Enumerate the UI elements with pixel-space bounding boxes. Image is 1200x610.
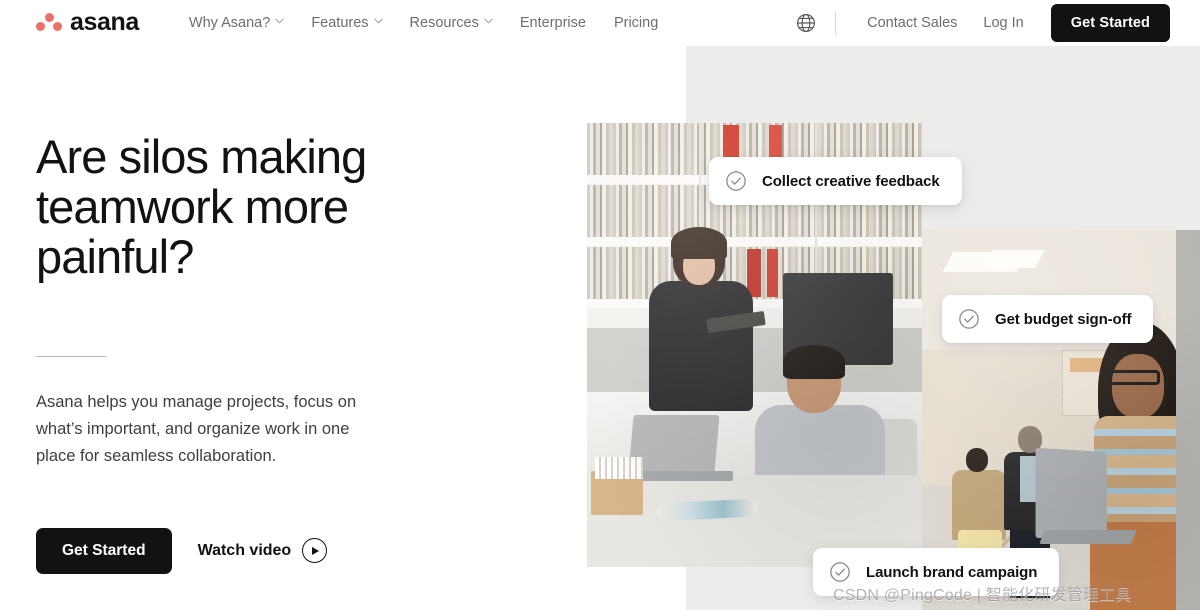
nav-links: Why Asana? Features Resources Enterprise	[175, 15, 672, 31]
nav-item-enterprise[interactable]: Enterprise	[506, 15, 600, 31]
hero-headline: Are silos making teamwork more painful?	[36, 130, 367, 283]
nav-item-label: Why Asana?	[188, 14, 271, 31]
nav-divider	[835, 10, 837, 35]
floating-card-label: Collect creative feedback	[762, 172, 940, 190]
watermark-text: CSDN @PingCode | 智能化研发管理工具	[833, 587, 1132, 604]
nav-item-features[interactable]: Features	[297, 15, 395, 31]
globe-icon[interactable]	[795, 12, 817, 34]
asana-logo[interactable]: asana	[36, 8, 139, 38]
log-in-link[interactable]: Log In	[970, 15, 1036, 31]
nav-item-resources[interactable]: Resources	[396, 15, 506, 31]
hero-subcopy: Asana helps you manage projects, focus o…	[36, 393, 357, 465]
contact-sales-link[interactable]: Contact Sales	[854, 15, 970, 31]
hero-copy: Are silos making teamwork more painful? …	[36, 132, 466, 574]
play-circle-icon	[302, 538, 328, 564]
floating-card-budget-signoff[interactable]: Get budget sign-off	[942, 295, 1154, 343]
top-navigation-bar: asana Why Asana? Features Resources Ente…	[0, 0, 1200, 45]
nav-get-started-button[interactable]: Get Started	[1050, 3, 1170, 42]
floating-card-label: Get budget sign-off	[995, 310, 1132, 328]
chevron-down-icon	[275, 18, 284, 26]
asana-logo-dots-icon	[36, 12, 62, 33]
nav-item-label: Features	[311, 14, 369, 31]
asana-landing-page: Collect creative feedback Get budget sig…	[0, 0, 1200, 610]
hero-get-started-button[interactable]: Get Started	[36, 527, 172, 574]
nav-item-label: Pricing	[613, 14, 659, 31]
check-circle-icon	[958, 308, 980, 330]
nav-item-label: Resources	[409, 14, 479, 31]
nav-item-label: Enterprise	[519, 14, 586, 31]
hero-divider-rule	[36, 356, 106, 358]
nav-actions: Contact Sales Log In Get Started	[795, 3, 1170, 42]
check-circle-icon	[829, 561, 851, 583]
watch-video-button[interactable]: Watch video	[197, 538, 328, 564]
nav-item-why-asana[interactable]: Why Asana?	[175, 15, 297, 31]
chevron-down-icon	[484, 18, 493, 26]
nav-item-pricing[interactable]: Pricing	[600, 15, 672, 31]
chevron-down-icon	[373, 18, 383, 26]
floating-card-label: Launch brand campaign	[866, 563, 1038, 581]
floating-card-collect-feedback[interactable]: Collect creative feedback	[709, 157, 962, 205]
check-circle-icon	[725, 170, 747, 192]
watch-video-label: Watch video	[197, 541, 292, 559]
hero-cta-row: Get Started Watch video	[36, 527, 466, 574]
asana-logo-wordmark: asana	[70, 8, 139, 36]
